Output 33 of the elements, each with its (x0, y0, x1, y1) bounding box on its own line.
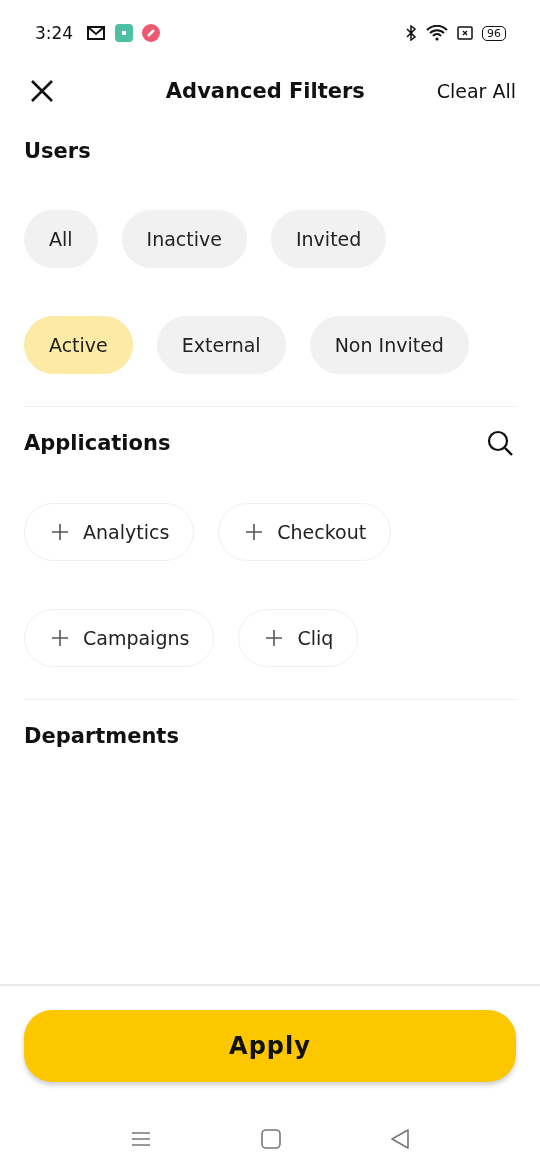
section-title: Users (24, 139, 91, 163)
add-chip[interactable]: Campaigns (24, 609, 215, 667)
mail-icon (86, 25, 107, 41)
bluetooth-icon (405, 25, 417, 41)
filter-chip[interactable]: Active (24, 316, 133, 374)
plus-icon (51, 629, 69, 647)
filter-chip[interactable]: Inactive (121, 210, 247, 268)
filter-chip[interactable]: External (156, 316, 286, 374)
battery-level: 96 (482, 25, 506, 41)
wifi-icon (426, 25, 448, 41)
status-time: 3:24 (35, 23, 74, 43)
filter-chip[interactable]: Non Invited (309, 316, 469, 374)
filter-chip[interactable]: All (24, 210, 98, 268)
filter-chip[interactable]: Invited (270, 210, 387, 268)
search-icon[interactable] (486, 429, 514, 457)
plus-icon (245, 523, 264, 541)
add-chip[interactable]: Checkout (218, 503, 392, 561)
plus-icon (51, 523, 69, 541)
menu-icon[interactable] (131, 1131, 151, 1147)
add-chip[interactable]: Analytics (24, 503, 195, 561)
page-title: Advanced Filters (164, 79, 366, 103)
clear-all-button[interactable]: Clear All (436, 80, 516, 102)
close-button[interactable] (30, 79, 54, 103)
back-icon[interactable] (390, 1128, 410, 1150)
sim-icon (457, 26, 473, 40)
app-icon (115, 24, 134, 42)
section-title: Applications (24, 431, 171, 455)
home-icon[interactable] (260, 1129, 281, 1149)
section-title: Departments (24, 724, 179, 748)
apply-button[interactable]: Apply (24, 1010, 516, 1082)
plus-icon (265, 629, 284, 647)
add-chip[interactable]: Cliq (238, 609, 359, 667)
app-icon (142, 24, 161, 42)
